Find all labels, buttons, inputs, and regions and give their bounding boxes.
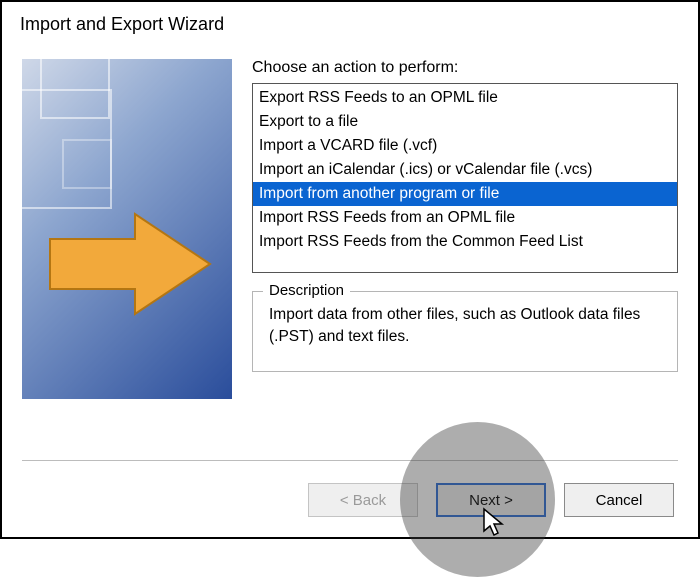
list-item[interactable]: Import a VCARD file (.vcf) xyxy=(253,134,677,158)
list-item[interactable]: Export to a file xyxy=(253,110,677,134)
list-item[interactable]: Import RSS Feeds from an OPML file xyxy=(253,206,677,230)
window-title: Import and Export Wizard xyxy=(2,2,698,35)
description-group: Description Import data from other files… xyxy=(252,291,678,372)
list-item[interactable]: Import from another program or file xyxy=(253,182,677,206)
back-button: < Back xyxy=(308,483,418,517)
wizard-buttons: < Back Next > Cancel xyxy=(308,483,674,517)
list-item[interactable]: Import RSS Feeds from the Common Feed Li… xyxy=(253,230,677,254)
description-legend: Description xyxy=(263,282,350,299)
wizard-illustration xyxy=(22,59,232,399)
list-item[interactable]: Export RSS Feeds to an OPML file xyxy=(253,86,677,110)
next-button[interactable]: Next > xyxy=(436,483,546,517)
description-text: Import data from other files, such as Ou… xyxy=(269,304,661,349)
wizard-content: Choose an action to perform: Export RSS … xyxy=(2,35,698,399)
action-listbox[interactable]: Export RSS Feeds to an OPML file Export … xyxy=(252,83,678,273)
cancel-button[interactable]: Cancel xyxy=(564,483,674,517)
arrow-icon xyxy=(40,204,220,324)
list-item[interactable]: Import an iCalendar (.ics) or vCalendar … xyxy=(253,158,677,182)
separator xyxy=(22,460,678,461)
action-prompt: Choose an action to perform: xyxy=(252,59,678,77)
